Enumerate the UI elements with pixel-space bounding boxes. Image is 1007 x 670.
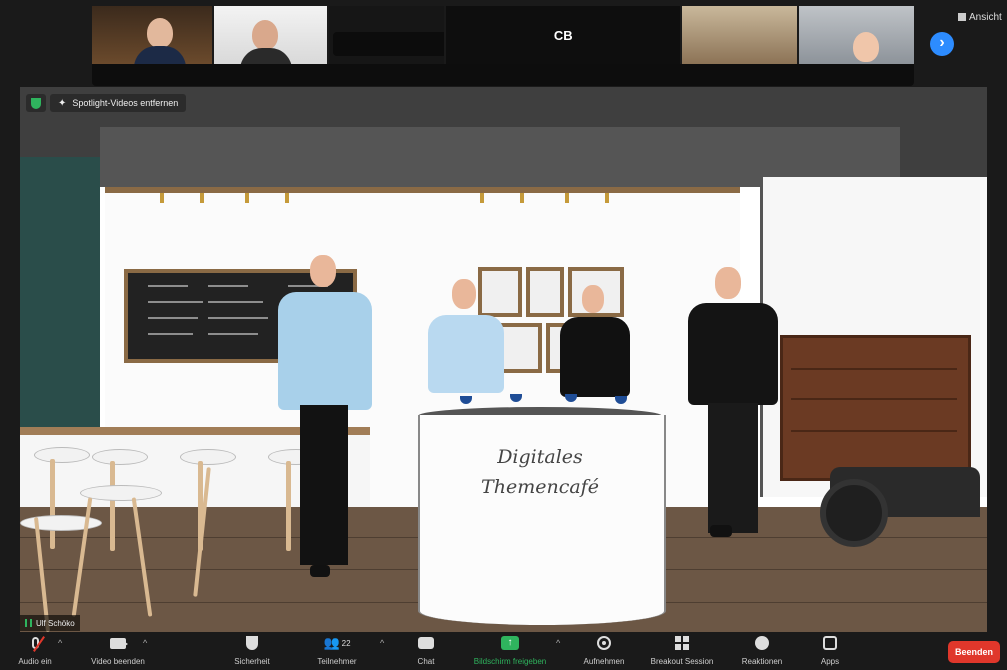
- participant-face: [252, 20, 279, 50]
- breakout-button[interactable]: Breakout Session: [642, 632, 722, 670]
- remove-spotlight-button[interactable]: ✦ Spotlight-Videos entfernen: [50, 94, 187, 112]
- truck-wheel: [820, 479, 888, 547]
- participant-face: [852, 32, 879, 62]
- apps-icon: [823, 636, 837, 650]
- lamp: [200, 193, 204, 203]
- participants-button[interactable]: 👥 22 Teilnehmer: [302, 632, 372, 670]
- lamp: [285, 193, 289, 203]
- apps-label: Apps: [820, 657, 840, 666]
- record-label: Aufnehmen: [583, 657, 625, 666]
- video-options-caret[interactable]: ^: [143, 638, 147, 648]
- video-tile-3[interactable]: [329, 6, 445, 64]
- stool-leg: [50, 459, 55, 549]
- presenter-head: [582, 285, 604, 313]
- camera-icon: [110, 637, 128, 649]
- video-tile-2[interactable]: [214, 6, 328, 64]
- video-tile-1[interactable]: [92, 6, 213, 64]
- participant-body: [134, 46, 186, 64]
- lamp: [245, 193, 249, 203]
- redacted-name: [333, 32, 445, 56]
- reactions-label: Reaktionen: [741, 657, 783, 666]
- chat-label: Chat: [417, 657, 435, 666]
- chat-icon: [418, 637, 434, 649]
- audio-options-caret[interactable]: ^: [58, 638, 62, 648]
- lamp: [520, 193, 524, 203]
- stool-leg: [286, 461, 291, 551]
- participant-face: [147, 18, 173, 48]
- video-label: Video beenden: [91, 657, 145, 666]
- counter-sign-text: Digitales Themencafé: [481, 446, 599, 498]
- participants-label: Teilnehmer: [317, 657, 357, 666]
- speaker-name-tag: Ulf Schöko: [20, 615, 80, 631]
- tile-name-cb: CB: [553, 28, 573, 43]
- breakout-label: Breakout Session: [650, 657, 714, 666]
- gallery-thumbnails: CB: [92, 6, 914, 64]
- smiley-icon: [755, 636, 769, 650]
- lamp: [605, 193, 609, 203]
- bar-stool: [92, 449, 148, 465]
- presenter-legs: [708, 403, 758, 533]
- wall-frame: [478, 267, 522, 317]
- reactions-button[interactable]: Reaktionen: [732, 632, 792, 670]
- end-meeting-button[interactable]: Beenden: [948, 641, 1000, 663]
- video-tile-5[interactable]: [681, 6, 797, 64]
- signal-bars-icon: [25, 619, 32, 627]
- meeting-toolbar: Audio ein ^ Video beenden ^ Sicherheit 👥…: [0, 632, 1007, 670]
- share-screen-icon: ↑: [501, 636, 519, 650]
- muted-mic-icon: [31, 636, 45, 652]
- audio-label: Audio ein: [18, 657, 52, 666]
- apps-button[interactable]: Apps: [808, 632, 852, 670]
- wall-frame: [526, 267, 564, 317]
- record-icon: [597, 636, 611, 650]
- presenter-head: [310, 255, 336, 287]
- main-video: Digitales Themencafé: [20, 87, 987, 632]
- cafe-table: [80, 485, 162, 501]
- presenter-shirt: [278, 292, 372, 410]
- presenter-legs: [300, 405, 348, 565]
- lamp: [565, 193, 569, 203]
- lamp: [160, 193, 164, 203]
- speaker-name: Ulf Schöko: [36, 618, 75, 628]
- wall-frame: [498, 323, 542, 373]
- shield-icon: [31, 97, 41, 109]
- view-label: Ansicht: [969, 12, 1002, 23]
- share-label: Bildschirm freigeben: [473, 657, 547, 666]
- chat-button[interactable]: Chat: [406, 632, 446, 670]
- participants-count: 22: [341, 638, 351, 648]
- lamp: [480, 193, 484, 203]
- pin-icon: ✦: [58, 97, 67, 109]
- presenter-shirt: [428, 315, 504, 393]
- participants-options-caret[interactable]: ^: [380, 638, 384, 648]
- share-options-caret[interactable]: ^: [556, 638, 560, 648]
- virtual-bg-green-wall: [20, 157, 100, 427]
- encryption-shield-button[interactable]: [26, 94, 46, 112]
- next-page-button[interactable]: ›: [930, 32, 954, 56]
- bar-stool: [34, 447, 90, 463]
- security-button[interactable]: Sicherheit: [222, 632, 282, 670]
- video-tile-6[interactable]: [798, 6, 914, 64]
- spotlight-label: Spotlight-Videos entfernen: [72, 98, 179, 108]
- presenter-head: [452, 279, 476, 309]
- share-screen-button[interactable]: ↑ Bildschirm freigeben: [460, 632, 560, 670]
- participants-icon: 👥: [323, 635, 340, 650]
- coffee-cart: [780, 335, 971, 481]
- security-label: Sicherheit: [234, 657, 270, 666]
- grid-icon: [958, 13, 966, 21]
- presenter-jacket: [688, 303, 778, 405]
- bar-stool: [180, 449, 236, 465]
- stool-leg: [110, 461, 115, 551]
- breakout-icon: [675, 636, 689, 650]
- presenter-head: [715, 267, 741, 299]
- presenter-shoe: [310, 565, 330, 577]
- record-button[interactable]: Aufnehmen: [572, 632, 636, 670]
- video-tile-4[interactable]: CB: [446, 6, 680, 64]
- audio-button[interactable]: Audio ein: [10, 632, 60, 670]
- participant-body: [240, 48, 293, 64]
- presenter-jacket: [560, 317, 630, 397]
- view-button[interactable]: Ansicht: [958, 12, 1002, 23]
- presenter-shoe: [710, 525, 732, 537]
- cafe-table: [20, 515, 102, 531]
- gallery-strip-footer: [92, 64, 914, 86]
- shield-icon: [246, 636, 258, 650]
